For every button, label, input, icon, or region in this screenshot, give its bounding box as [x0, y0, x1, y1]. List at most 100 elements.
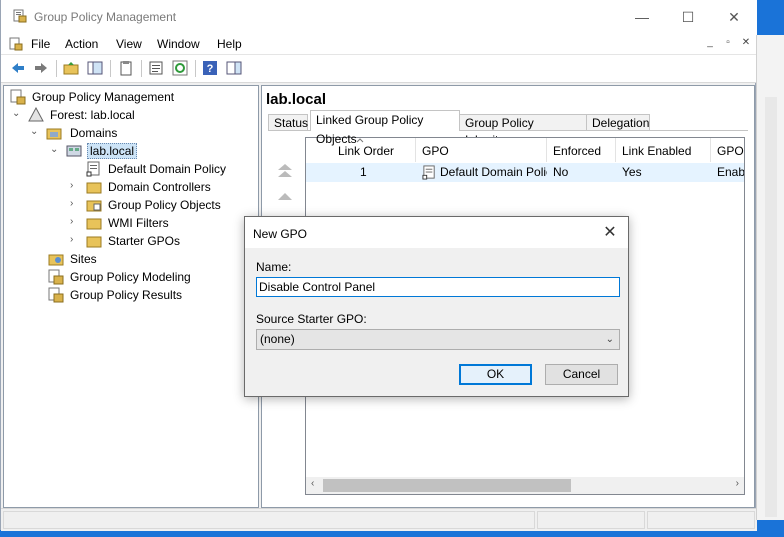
menu-help[interactable]: Help [217, 37, 242, 51]
title-bar: Group Policy Management — ☐ ✕ [1, 0, 757, 34]
forest-icon [28, 107, 44, 122]
tab-linked-gpos[interactable]: Linked Group Policy Objects [310, 110, 460, 146]
details-heading: lab.local [266, 91, 327, 108]
ok-button[interactable]: OK [459, 364, 532, 385]
scrollbar-thumb[interactable] [323, 479, 571, 492]
cell-link-order: 1 [360, 165, 367, 179]
tree-label: Group Policy Management [32, 90, 175, 104]
results-icon [48, 287, 64, 303]
toolbar-separator [110, 60, 111, 77]
scroll-right-icon[interactable]: › [736, 478, 739, 489]
gpo-name-field[interactable]: Disable Control Panel [256, 277, 620, 297]
forward-arrow-icon[interactable] [33, 60, 49, 76]
clipboard-icon[interactable] [118, 60, 134, 76]
source-starter-gpo-value: (none) [260, 332, 295, 346]
folder-icon [86, 236, 102, 248]
tree-label: Group Policy Modeling [70, 270, 191, 284]
gpm-root-icon [10, 89, 26, 105]
window-title: Group Policy Management [34, 10, 177, 24]
column-gpo-status[interactable]: GPO [711, 138, 744, 162]
tree-label: lab.local [87, 143, 138, 159]
scroll-left-icon[interactable]: ‹ [311, 478, 314, 489]
new-gpo-dialog: New GPO ✕ Name: Disable Control Panel So… [244, 216, 629, 397]
tree-label: Forest: lab.local [50, 108, 135, 122]
action-pane-icon[interactable] [226, 60, 242, 76]
toolbar-separator [195, 60, 196, 77]
chevron-down-icon[interactable]: ⌄ [12, 108, 20, 119]
background-scrollbar [765, 97, 777, 517]
tree-label: Group Policy Results [70, 288, 183, 302]
tab-delegation[interactable]: Delegation [586, 114, 650, 131]
background-window-edge [756, 35, 784, 520]
status-segment [3, 511, 535, 529]
chevron-right-icon[interactable]: › [70, 180, 73, 191]
chevron-right-icon[interactable]: › [70, 198, 73, 209]
menu-file[interactable]: File [31, 37, 50, 51]
horizontal-scrollbar[interactable]: ‹ › [306, 477, 744, 494]
close-button[interactable]: ✕ [711, 0, 757, 34]
cancel-button[interactable]: Cancel [545, 364, 618, 385]
chevron-down-icon[interactable]: ⌄ [606, 330, 614, 349]
mdi-minimize-button[interactable]: _ [702, 36, 718, 50]
dialog-title-bar: New GPO ✕ [245, 217, 628, 248]
dialog-title: New GPO [253, 227, 308, 241]
source-starter-gpo-select[interactable]: (none) ⌄ [256, 329, 620, 350]
console-tree: Group Policy Management ⌄ Forest: lab.lo… [3, 85, 259, 508]
chevron-right-icon[interactable]: › [70, 234, 73, 245]
gpo-link-icon [86, 161, 100, 177]
tab-gp-inheritance[interactable]: Group Policy Inheritance [459, 114, 587, 147]
menu-window[interactable]: Window [157, 37, 200, 51]
chevron-right-icon[interactable]: › [70, 216, 73, 227]
show-hide-tree-icon[interactable] [87, 60, 103, 76]
up-folder-icon[interactable] [63, 60, 79, 76]
mdi-close-button[interactable]: ✕ [738, 36, 754, 50]
modeling-icon [48, 269, 64, 285]
menu-view[interactable]: View [116, 37, 142, 51]
column-gpo[interactable]: GPO [416, 138, 547, 162]
toolbar-separator [141, 60, 142, 77]
properties-icon[interactable] [148, 60, 164, 76]
tree-label: Starter GPOs [108, 234, 181, 248]
move-up-icon[interactable] [274, 190, 296, 204]
cell-enforced: No [553, 165, 569, 179]
toolbar: ? [1, 55, 757, 83]
folder-icon [86, 182, 102, 194]
status-segment [647, 511, 755, 529]
column-enforced[interactable]: Enforced [547, 138, 616, 162]
tree-label: Domain Controllers [108, 180, 211, 194]
status-segment [537, 511, 645, 529]
move-to-top-icon[interactable] [274, 160, 296, 182]
tree-label: Sites [70, 252, 97, 266]
tree-label: Default Domain Policy [108, 162, 227, 176]
column-link-enabled[interactable]: Link Enabled [616, 138, 711, 162]
dialog-close-icon[interactable]: ✕ [600, 223, 620, 243]
folder-icon [46, 128, 62, 140]
menu-bar: File Action View Window Help _ ▫ ✕ [1, 34, 757, 55]
name-label: Name: [256, 260, 292, 274]
folder-icon [86, 218, 102, 230]
tree-label: Domains [70, 126, 118, 140]
status-bar [1, 508, 757, 531]
domain-icon [66, 145, 82, 157]
toolbar-separator [56, 60, 57, 77]
folder-icon [86, 200, 102, 212]
source-starter-gpo-label: Source Starter GPO: [256, 312, 367, 326]
maximize-button[interactable]: ☐ [665, 0, 711, 34]
back-arrow-icon[interactable] [10, 60, 26, 76]
tree-label: WMI Filters [108, 216, 169, 230]
mdi-restore-button[interactable]: ▫ [720, 36, 736, 50]
chevron-down-icon[interactable]: ⌄ [30, 126, 38, 137]
cell-link-enabled: Yes [622, 165, 642, 179]
refresh-icon[interactable] [172, 60, 188, 76]
tab-status[interactable]: Status [268, 114, 308, 131]
tree-label: Group Policy Objects [108, 198, 221, 212]
svg-text:?: ? [207, 63, 214, 75]
menu-action[interactable]: Action [65, 37, 98, 51]
sort-ascending-icon [356, 138, 364, 143]
chevron-down-icon[interactable]: ⌄ [50, 144, 58, 155]
console-icon[interactable] [9, 37, 23, 51]
minimize-button[interactable]: — [619, 0, 665, 34]
help-icon[interactable]: ? [202, 60, 218, 76]
cell-gpo-name: Default Domain Policy [440, 165, 547, 179]
cell-gpo-status: Enab [717, 165, 744, 179]
